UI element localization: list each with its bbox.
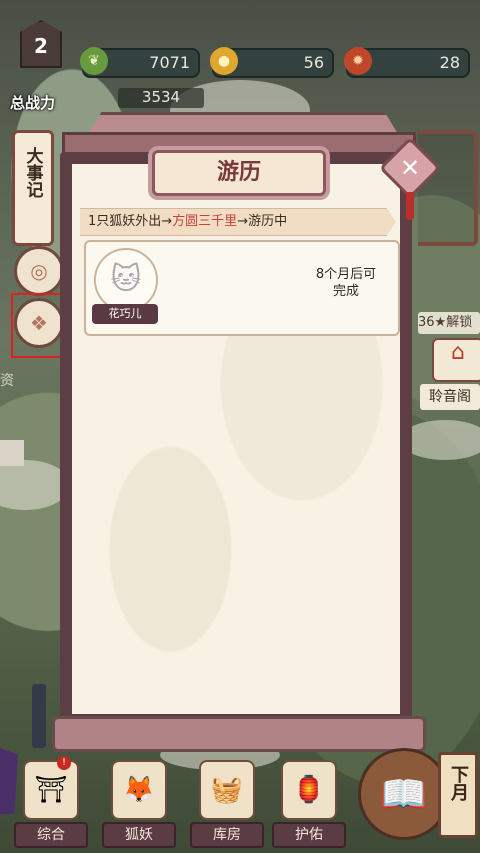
unlock-requirement: 36★解锁 [418,312,480,334]
chronicle-label: 大事记 [22,147,43,198]
left-side-text: 资 [0,373,14,389]
player-level: 2 [34,34,48,58]
route-suffix: →游历中 [237,214,288,229]
left-side-tab[interactable] [0,440,24,466]
nav-label-blessing: 护佑 [272,822,346,848]
nav-item-general[interactable]: ⛩! 综合 [14,756,88,848]
modal-base [52,716,426,752]
fox-avatar[interactable]: 🐱 [94,248,158,312]
chronicle-button[interactable]: 大事记 [12,130,54,246]
guardian-lantern-icon: 🏮 [281,760,337,820]
travel-entry-card[interactable]: 🐱 花巧儿 8个月后可 完成 [84,240,400,336]
nav-label-storage: 库房 [190,822,264,848]
resource-gold[interactable]: ● 56 [210,47,334,78]
fox-name: 花巧儿 [92,304,158,324]
notification-badge: ! [57,756,71,770]
route-prefix: 1只狐妖外出→ [88,214,173,229]
travel-status: 8个月后可 完成 [306,266,386,300]
nav-label-fox: 狐妖 [102,822,176,848]
fire-lantern-icon: ✹ [344,47,372,75]
close-icon: ✕ [399,154,421,182]
total-power-label: 总战力 [10,94,56,112]
nav-label-general: 综合 [14,822,88,848]
modal-title-plate: 游历 [152,150,326,196]
route-destination: 方圆三千里 [172,214,238,229]
pavilion-button[interactable]: 聆音阁 [420,384,480,410]
travel-modal: 游历 ✕ 1只狐妖外出→方圆三千里→游历中 🐱 花巧儿 8个月后可 完成 [52,112,442,752]
travel-status-line2: 完成 [332,284,359,299]
almanac-book-icon[interactable]: 📖 [358,748,450,840]
resource-fire[interactable]: ✹ 28 [344,47,470,78]
right-side-frame [418,130,478,246]
nav-item-storage[interactable]: 🧺 库房 [190,760,264,848]
lock-icon[interactable]: ⌂ [432,338,480,382]
gold-coin-icon: ● [210,47,238,75]
banner-pole [32,684,46,748]
nav-item-blessing[interactable]: 🏮 护佑 [272,760,346,848]
storage-basket-icon: 🧺 [199,760,255,820]
tassel-ornament [406,192,414,220]
travel-route-banner: 1只狐妖外出→方圆三千里→游历中 [80,208,396,236]
jade-leaf-icon: ❦ [80,47,108,75]
resource-gold-value: 56 [303,53,324,72]
modal-title: 游历 [216,160,261,185]
resource-bar: ❦ 7071 ● 56 ✹ 28 [0,38,480,88]
resource-jade[interactable]: ❦ 7071 [80,47,200,78]
travel-status-line1: 8个月后可 [315,267,377,282]
next-month-label: 下月 [448,765,469,801]
fox-mask-icon: 🦊 [111,760,167,820]
total-power-value: 3534 [118,88,204,108]
resource-jade-value: 7071 [149,53,190,72]
next-month-button[interactable]: 下月 [438,752,478,838]
resource-fire-value: 28 [439,53,460,72]
shrine-gate-icon: ⛩! [23,756,79,820]
nav-item-fox[interactable]: 🦊 狐妖 [102,760,176,848]
